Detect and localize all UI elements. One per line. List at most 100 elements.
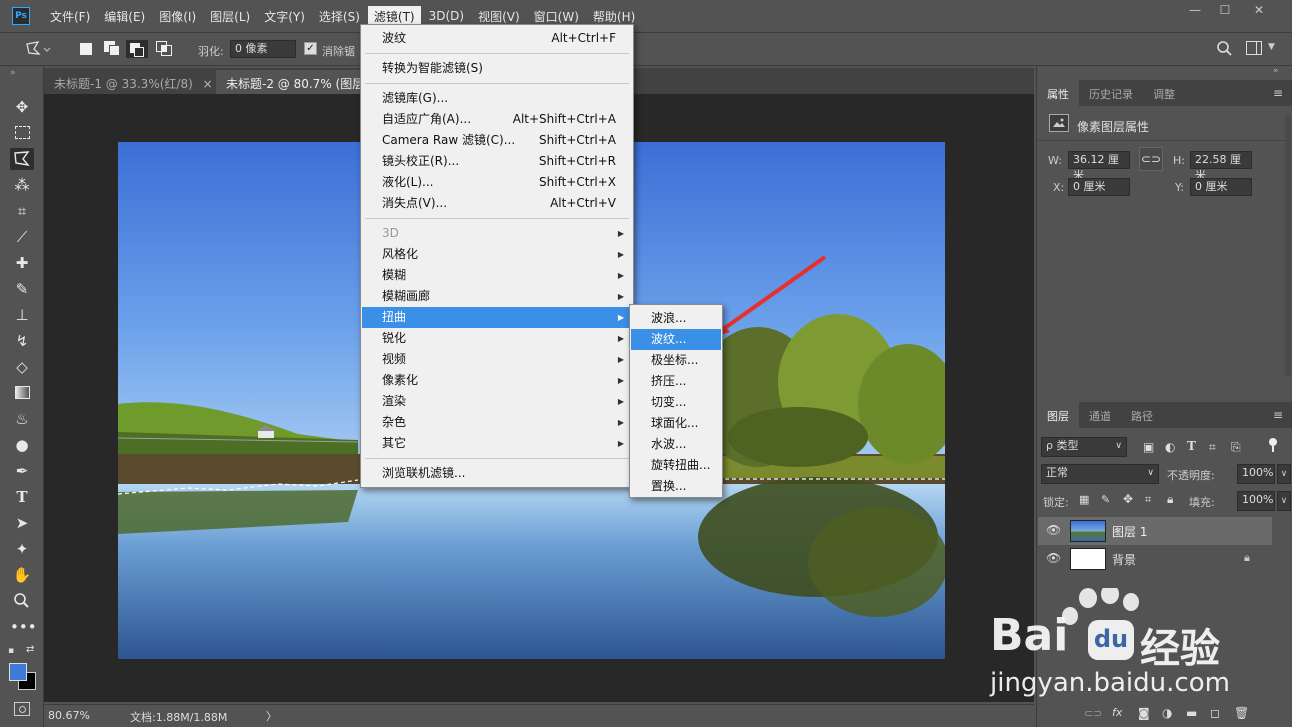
eraser-tool-icon[interactable]: ◇ xyxy=(10,356,34,378)
type-tool-icon[interactable]: T xyxy=(10,486,34,508)
layer-row[interactable]: 👁︎ 背景 🔒︎ xyxy=(1038,545,1272,573)
crop-tool-icon[interactable]: ⌗ xyxy=(10,200,34,222)
menu-item-item-4[interactable]: 切变... xyxy=(631,392,721,413)
delete-layer-icon[interactable]: 🗑︎ xyxy=(1234,706,1249,720)
subtract-selection-icon[interactable] xyxy=(126,40,148,58)
search-icon[interactable] xyxy=(1216,40,1234,58)
visibility-eye-icon[interactable]: 👁︎ xyxy=(1046,551,1061,565)
tab-paths[interactable]: 路径 xyxy=(1121,402,1163,428)
collapse-panels-icon[interactable]: » xyxy=(1273,66,1279,76)
link-layers-icon[interactable]: ⊂⊃ xyxy=(1084,707,1102,720)
menu-item-item-0[interactable]: 波浪... xyxy=(631,308,721,329)
menu-item-r[interactable]: 镜头校正(R)... Shift+Ctrl+R xyxy=(362,151,632,172)
layer-name[interactable]: 图层 1 xyxy=(1112,523,1147,540)
menu-select[interactable]: 选择(S) xyxy=(313,6,366,27)
minimize-button[interactable]: — xyxy=(1182,3,1208,21)
hand-tool-icon[interactable]: ✋ xyxy=(10,564,34,586)
menu-item-item-6[interactable]: 水波... xyxy=(631,434,721,455)
menu-image[interactable]: 图像(I) xyxy=(153,6,202,27)
menu-item-item-16[interactable]: 锐化 ▶ xyxy=(362,328,632,349)
collapse-toolbar-icon[interactable]: » xyxy=(10,68,16,78)
height-field[interactable]: 22.58 厘米 xyxy=(1190,151,1252,182)
healing-tool-icon[interactable]: ✚ xyxy=(10,252,34,274)
menu-item-item-5[interactable]: 球面化... xyxy=(631,413,721,434)
lock-position-icon[interactable]: ✥ xyxy=(1123,492,1133,506)
stamp-tool-icon[interactable]: ⊥ xyxy=(10,304,34,326)
lock-artboard-icon[interactable]: ⌗ xyxy=(1145,493,1151,507)
menu-item-a[interactable]: 自适应广角(A)... Alt+Shift+Ctrl+A xyxy=(362,109,632,130)
menu-item-item-1[interactable]: 波纹... xyxy=(631,329,721,350)
filter-type-icon[interactable]: T xyxy=(1187,439,1196,453)
tab-channels[interactable]: 通道 xyxy=(1079,402,1121,428)
menu-item-item-12[interactable]: 风格化 ▶ xyxy=(362,244,632,265)
marquee-tool-icon[interactable] xyxy=(10,122,34,144)
menu-item-item-13[interactable]: 模糊 ▶ xyxy=(362,265,632,286)
default-colors-icon[interactable]: ▪ xyxy=(8,646,14,656)
history-brush-tool-icon[interactable]: ↯ xyxy=(10,330,34,352)
opacity-field[interactable]: 100% xyxy=(1237,464,1275,484)
path-selection-tool-icon[interactable]: ➤ xyxy=(10,512,34,534)
adjustment-layer-icon[interactable]: ◑ xyxy=(1162,706,1172,720)
menu-file[interactable]: 文件(F) xyxy=(44,6,96,27)
add-selection-icon[interactable] xyxy=(104,41,122,57)
quick-mask-icon[interactable] xyxy=(14,702,30,716)
antialias-checkbox[interactable]: ✓ xyxy=(304,42,317,55)
menu-3d[interactable]: 3D(D) xyxy=(423,7,470,25)
close-window-button[interactable]: ✕ xyxy=(1246,3,1272,21)
layer-filter-select[interactable]: ρ 类型 ∨ xyxy=(1041,437,1127,457)
feather-input[interactable]: 0 像素 xyxy=(230,40,296,58)
filter-toggle-icon[interactable] xyxy=(1269,438,1277,452)
width-field[interactable]: 36.12 厘米 xyxy=(1068,151,1130,182)
menu-item-item-21[interactable]: 其它 ▶ xyxy=(362,433,632,454)
tab-adjustments[interactable]: 调整 xyxy=(1143,80,1185,106)
new-layer-icon[interactable]: ◻ xyxy=(1210,706,1220,720)
status-menu-arrow-icon[interactable]: 〉 xyxy=(266,708,277,724)
menu-item-v[interactable]: 消失点(V)... Alt+Ctrl+V xyxy=(362,193,632,214)
workspace-chevron-icon[interactable]: ▼ xyxy=(1268,42,1275,52)
maximize-button[interactable]: ☐ xyxy=(1212,3,1238,21)
menu-item-item-0[interactable]: 波纹 Alt+Ctrl+F xyxy=(362,28,632,49)
blend-mode-select[interactable]: 正常 ∨ xyxy=(1041,464,1159,484)
fill-chevron-icon[interactable]: ∨ xyxy=(1277,491,1291,511)
fill-field[interactable]: 100% xyxy=(1237,491,1275,511)
swap-colors-icon[interactable]: ⇄ xyxy=(26,644,34,655)
tab-untitled-2[interactable]: 未标题-2 @ 80.7% (图层 xyxy=(216,70,366,94)
move-tool-icon[interactable]: ✥ xyxy=(10,96,34,118)
pen-tool-icon[interactable]: ✒ xyxy=(10,460,34,482)
menu-item-item-20[interactable]: 杂色 ▶ xyxy=(362,412,632,433)
shape-tool-icon[interactable]: ✦ xyxy=(10,538,34,560)
menu-item-l[interactable]: 液化(L)... Shift+Ctrl+X xyxy=(362,172,632,193)
lock-all-icon[interactable]: 🔒︎ xyxy=(1167,492,1173,507)
group-folder-icon[interactable]: ▬ xyxy=(1186,706,1197,720)
filter-adjustment-icon[interactable]: ◐ xyxy=(1165,440,1175,454)
tab-history[interactable]: 历史记录 xyxy=(1079,80,1143,106)
dodge-tool-icon[interactable]: ● xyxy=(10,434,34,456)
more-tools-icon[interactable]: ••• xyxy=(10,616,37,638)
menu-item-3d[interactable]: 3D ▶ xyxy=(362,223,632,244)
menu-item-item-19[interactable]: 渲染 ▶ xyxy=(362,391,632,412)
menu-item-camera-raw-c[interactable]: Camera Raw 滤镜(C)... Shift+Ctrl+A xyxy=(362,130,632,151)
layer-name[interactable]: 背景 xyxy=(1112,551,1136,568)
menu-type[interactable]: 文字(Y) xyxy=(258,6,311,27)
visibility-eye-icon[interactable]: 👁︎ xyxy=(1046,523,1061,537)
panel-menu-icon[interactable]: ≡ xyxy=(1273,86,1283,100)
opacity-chevron-icon[interactable]: ∨ xyxy=(1277,464,1291,484)
menu-item-item-15[interactable]: 扭曲 ▶ xyxy=(362,307,632,328)
menu-item-item-8[interactable]: 置换... xyxy=(631,476,721,497)
lasso-tool-icon[interactable] xyxy=(10,148,34,170)
tab-untitled-1[interactable]: 未标题-1 @ 33.3%(红/8) × xyxy=(44,70,214,94)
menu-item-item-2[interactable]: 极坐标... xyxy=(631,350,721,371)
properties-scrollbar[interactable] xyxy=(1285,116,1291,376)
link-dimensions-icon[interactable]: ⊂⊃ xyxy=(1139,147,1163,171)
menu-item-g[interactable]: 滤镜库(G)... xyxy=(362,88,632,109)
menu-item-item-17[interactable]: 视频 ▶ xyxy=(362,349,632,370)
menu-item-item-3[interactable]: 挤压... xyxy=(631,371,721,392)
layer-mask-icon[interactable]: ◙ xyxy=(1138,706,1150,720)
polygonal-lasso-preset-icon[interactable] xyxy=(24,40,54,58)
new-selection-icon[interactable] xyxy=(80,43,92,55)
filter-pixel-icon[interactable]: ▣ xyxy=(1143,440,1154,454)
zoom-level[interactable]: 80.67% xyxy=(48,709,90,722)
close-tab-icon[interactable]: × xyxy=(203,77,213,91)
menu-item-s[interactable]: 转换为智能滤镜(S) xyxy=(362,58,632,79)
menu-item-item-14[interactable]: 模糊画廊 ▶ xyxy=(362,286,632,307)
